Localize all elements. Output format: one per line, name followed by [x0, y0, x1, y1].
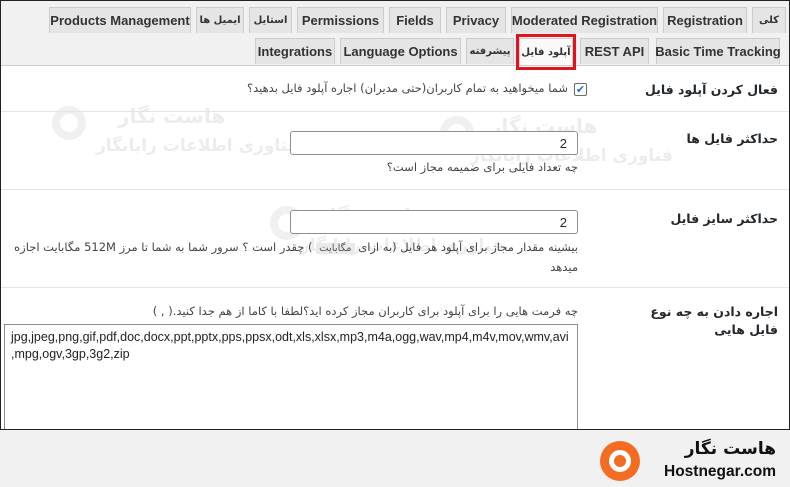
hostnegar-brand: هاست نگار Hostnegar.com: [598, 437, 778, 487]
hostnegar-logo-icon: [600, 441, 640, 481]
screenshot-frame: [0, 0, 790, 430]
active-tab-highlight: [516, 34, 576, 70]
brand-name-fa: هاست نگار: [684, 439, 776, 459]
brand-name-en: Hostnegar.com: [664, 463, 776, 480]
